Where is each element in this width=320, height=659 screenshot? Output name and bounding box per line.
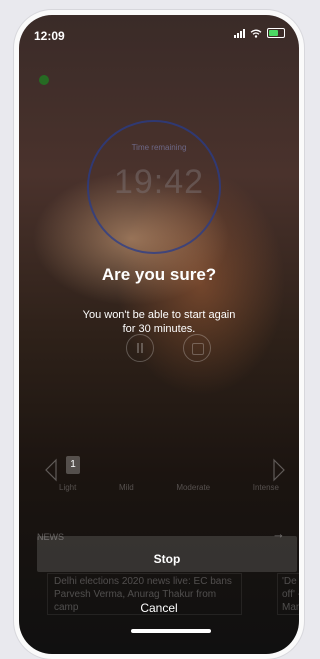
home-indicator[interactable] <box>131 629 211 633</box>
pause-icon <box>126 334 154 362</box>
phone-frame: 12:09 Time remaining 19:42 Are you sure?… <box>14 10 304 659</box>
stop-icon <box>183 334 211 362</box>
intensity-level: Light <box>59 483 77 492</box>
wifi-icon <box>250 29 262 38</box>
stop-button[interactable]: Stop <box>37 536 297 572</box>
intensity-levels: Light Mild Moderate Intense <box>59 483 279 492</box>
status-time: 12:09 <box>34 29 65 43</box>
dialog-message: You won't be able to start again for 30 … <box>82 309 236 335</box>
cancel-button[interactable]: Cancel <box>79 601 239 615</box>
app-screen: 12:09 Time remaining 19:42 Are you sure?… <box>19 15 299 654</box>
intensity-selected: 1 <box>66 456 80 474</box>
intensity-level: Mild <box>119 483 134 492</box>
news-card: 'De n off' - Manc <box>277 573 299 615</box>
timer-label: Time remaining <box>131 143 187 152</box>
signal-icon <box>234 28 245 38</box>
status-icons <box>234 28 285 38</box>
intensity-level: Moderate <box>176 483 211 492</box>
battery-icon <box>267 28 285 38</box>
timer-value: 19:42 <box>113 163 205 201</box>
dialog-title: Are you sure? <box>101 265 217 284</box>
chevron-right-icon <box>273 458 285 482</box>
status-bar: 12:09 <box>19 15 299 55</box>
chevron-left-icon <box>45 458 57 482</box>
status-dot-icon <box>39 75 49 85</box>
intensity-level: Intense <box>252 483 279 492</box>
